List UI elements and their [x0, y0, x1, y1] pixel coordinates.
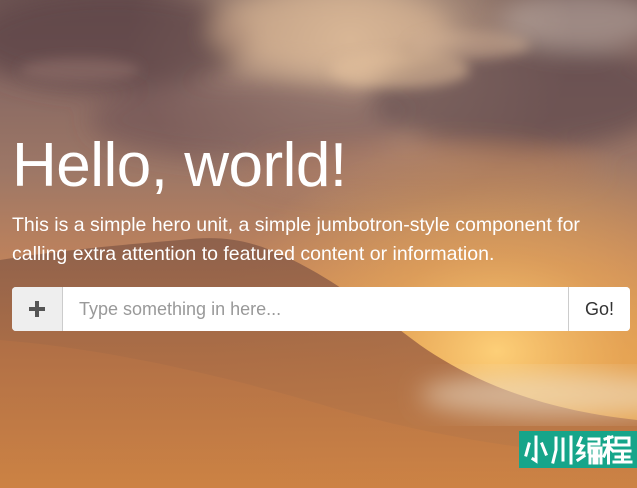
- go-button[interactable]: Go!: [568, 287, 630, 331]
- watermark-logo: [519, 431, 637, 468]
- hero-unit: Hello, world! This is a simple hero unit…: [0, 0, 637, 488]
- hero-lead-text: This is a simple hero unit, a simple jum…: [12, 214, 580, 265]
- search-input-group: Go!: [12, 287, 630, 331]
- search-input[interactable]: [63, 287, 568, 331]
- hero-title: Hello, world!: [12, 131, 347, 200]
- plus-icon: [29, 301, 45, 317]
- add-addon-button[interactable]: [12, 287, 63, 331]
- watermark-text-image: [524, 434, 633, 464]
